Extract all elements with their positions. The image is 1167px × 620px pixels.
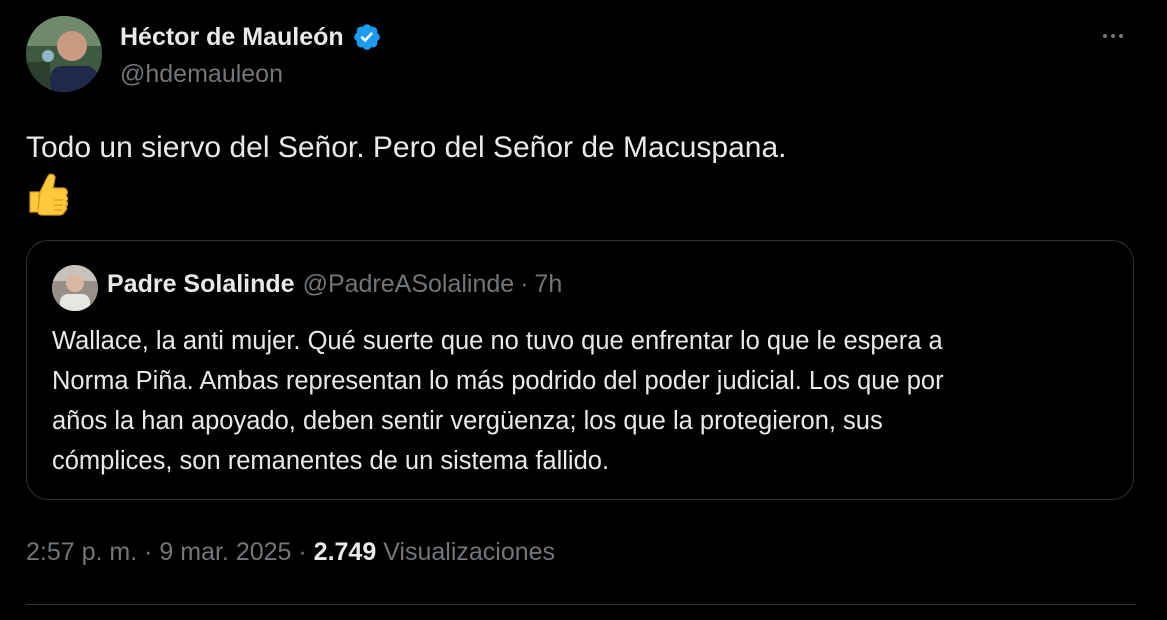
quoted-text-line: cómplices, son remanentes de un sistema …: [52, 447, 610, 475]
quoted-author-name[interactable]: Padre Solalinde: [107, 270, 295, 299]
quoted-tweet-text: Wallace, la anti mujer. Qué suerte que n…: [52, 321, 1117, 481]
tweet-meta: 2:57 p. m. · 9 mar. 2025 · 2.749 Visuali…: [26, 538, 555, 567]
author-name-row: Héctor de Mauleón: [120, 20, 382, 54]
quoted-text-line: Wallace, la anti mujer. Qué suerte que n…: [52, 327, 943, 355]
author-avatar[interactable]: [26, 16, 102, 92]
quoted-text-line: Norma Piña. Ambas representan lo más pod…: [52, 367, 944, 395]
tweet: Héctor de Mauleón @hdemauleon Todo un si…: [0, 0, 1167, 620]
tweet-date[interactable]: 9 mar. 2025: [159, 538, 291, 566]
divider: [26, 604, 1136, 605]
thumbs-up-icon: [26, 170, 70, 218]
meta-separator: ·: [298, 538, 307, 566]
quoted-text-line: años la han apoyado, deben sentir vergüe…: [52, 407, 883, 435]
tweet-text: Todo un siervo del Señor. Pero del Señor…: [26, 131, 787, 164]
quoted-author-avatar[interactable]: [52, 265, 98, 311]
quoted-separator: ·: [520, 270, 529, 298]
quoted-timestamp[interactable]: 7h: [535, 270, 563, 299]
quoted-tweet-header: Padre Solalinde @PadreASolalinde · 7h: [107, 270, 562, 299]
more-dot: [1119, 34, 1123, 38]
tweet-time[interactable]: 2:57 p. m.: [26, 538, 137, 566]
quoted-tweet-card[interactable]: Padre Solalinde @PadreASolalinde · 7h Wa…: [26, 240, 1134, 500]
meta-separator: ·: [144, 538, 153, 566]
author-handle[interactable]: @hdemauleon: [120, 60, 283, 89]
views-count: 2.749: [313, 538, 377, 566]
quoted-author-handle[interactable]: @PadreASolalinde: [303, 270, 515, 299]
more-dot: [1103, 34, 1107, 38]
verified-badge-icon[interactable]: [352, 22, 382, 52]
more-dot: [1111, 34, 1115, 38]
views-label: Visualizaciones: [383, 538, 556, 566]
more-options-button[interactable]: [1096, 22, 1130, 50]
author-display-name[interactable]: Héctor de Mauleón: [120, 23, 344, 52]
